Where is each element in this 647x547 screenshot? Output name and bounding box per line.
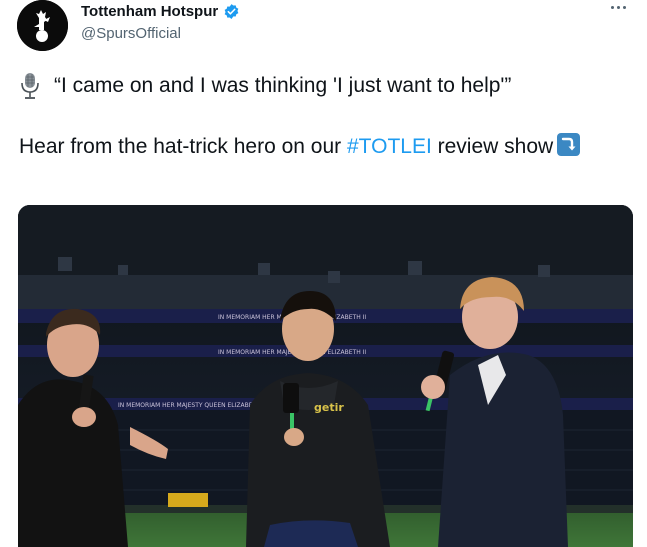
tweet-quote-line: “I came on and I was thinking 'I just wa… (20, 72, 511, 100)
right-arrow-curving-down-emoji-icon (557, 133, 581, 156)
verified-badge-icon (224, 4, 239, 19)
display-name[interactable]: Tottenham Hotspur (81, 3, 218, 20)
shirt-sponsor-text: getir (314, 401, 344, 414)
author-name-row: Tottenham Hotspur (81, 3, 240, 20)
avatar[interactable] (17, 0, 68, 51)
author-handle[interactable]: @SpursOfficial (81, 25, 181, 42)
microphone-emoji-icon (21, 73, 39, 99)
tweet-body-suffix: review show (431, 135, 554, 158)
tweet-card: Tottenham Hotspur @SpursOfficial “I came… (0, 0, 647, 547)
tweet-quote-text: “I came on and I was thinking 'I just wa… (54, 74, 512, 97)
cockerel-logo-icon (17, 0, 68, 51)
more-options-icon[interactable] (611, 6, 626, 9)
tweet-media-image[interactable]: IN MEMORIAM HER MAJESTY QUEEN ELIZABETH … (18, 205, 633, 547)
tweet-body-text: Hear from the hat-trick hero on our #TOT… (19, 132, 619, 162)
interview-photo: IN MEMORIAM HER MAJESTY QUEEN ELIZABETH … (18, 205, 633, 547)
hashtag-link[interactable]: #TOTLEI (347, 135, 432, 158)
tweet-body-prefix: Hear from the hat-trick hero on our (19, 135, 347, 158)
led-board-text-lower: IN MEMORIAM HER MAJESTY QUEEN ELIZABETH … (118, 402, 266, 409)
